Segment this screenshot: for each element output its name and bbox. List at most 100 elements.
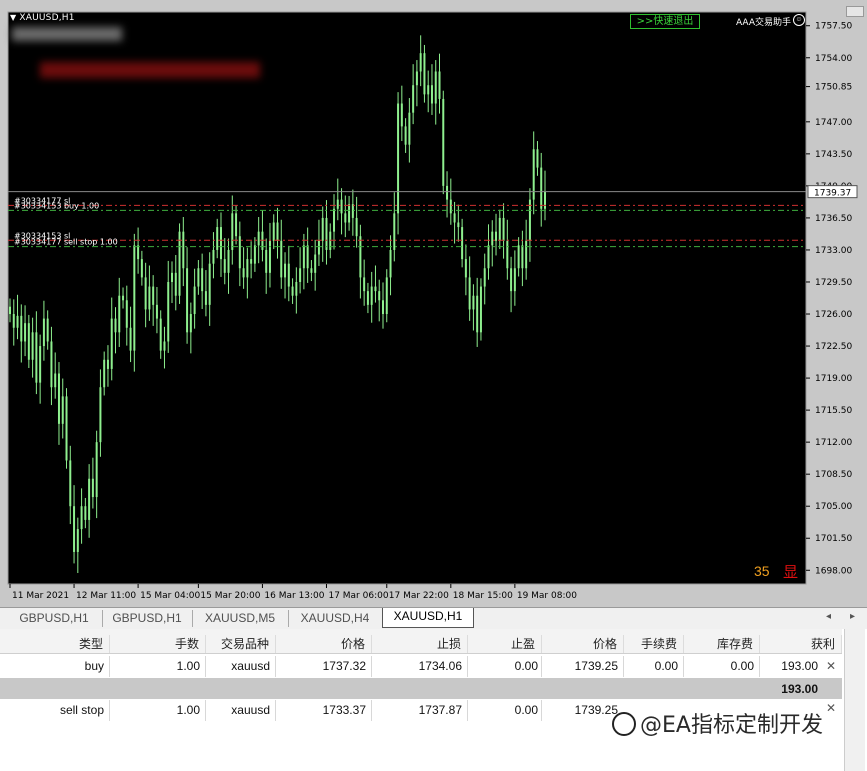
- candle-body: [287, 263, 290, 287]
- candle-body: [167, 281, 170, 342]
- total-profit: 193.00: [781, 682, 818, 696]
- y-tick-label: 1712.00: [815, 438, 852, 448]
- cell-sl: 1734.06: [418, 659, 462, 673]
- y-tick-label: 1715.50: [815, 406, 852, 416]
- close-order-icon[interactable]: ✕: [826, 701, 836, 715]
- candle-body: [423, 53, 426, 95]
- candle-body: [540, 167, 543, 209]
- tab-xauusd-m5[interactable]: XAUUSD,M5: [192, 610, 289, 627]
- candle-body: [144, 277, 147, 310]
- candle-body: [57, 373, 60, 424]
- quick-exit-button[interactable]: >>快速退出: [630, 14, 700, 29]
- chart-symbol-title[interactable]: ▼ XAUUSD,H1: [10, 13, 75, 23]
- candle-body: [419, 53, 422, 72]
- candle-body: [359, 236, 362, 278]
- tab-xauusd-h4[interactable]: XAUUSD,H4: [288, 610, 383, 627]
- candle-body: [472, 295, 475, 310]
- cell-lots: 1.00: [176, 703, 200, 717]
- candle-body: [219, 227, 222, 260]
- candle-body: [155, 304, 158, 319]
- table-row[interactable]: buy 1.00 xauusd 1737.32 1734.06 0.00 173…: [0, 656, 842, 677]
- candle-body: [54, 373, 57, 388]
- candle-body: [525, 240, 528, 269]
- candle-body: [336, 199, 339, 209]
- candle-body: [178, 231, 181, 296]
- col-price[interactable]: 价格: [276, 635, 372, 653]
- candle-body: [16, 315, 19, 328]
- candle-body: [163, 341, 166, 351]
- x-tick-label: 17 Mar 06:00: [328, 591, 388, 601]
- candle-body: [446, 185, 449, 200]
- y-tick-label: 1729.50: [815, 278, 852, 288]
- x-tick-label: 17 Mar 22:00: [389, 591, 449, 601]
- chart-shift-handle[interactable]: [846, 6, 864, 17]
- candle-body: [378, 291, 381, 301]
- candle-body: [476, 295, 479, 333]
- tab-gbpusd-h1-b[interactable]: GBPUSD,H1: [102, 610, 193, 627]
- candle-body: [464, 259, 467, 278]
- cell-price: 1733.37: [322, 703, 366, 717]
- col-sl[interactable]: 止损: [372, 635, 468, 653]
- candle-body: [461, 227, 464, 260]
- blurred-info-text: [40, 62, 260, 78]
- tab-gbpusd-h1-a[interactable]: GBPUSD,H1: [6, 610, 103, 627]
- candle-body: [91, 478, 94, 498]
- candle-body: [506, 240, 509, 269]
- y-tick-label: 1750.85: [815, 83, 852, 93]
- col-type[interactable]: 类型: [0, 635, 110, 653]
- col-tp[interactable]: 止盈: [468, 635, 542, 653]
- y-tick-label: 1719.00: [815, 374, 852, 384]
- candle-body: [140, 259, 143, 278]
- cell-type: buy: [84, 659, 104, 673]
- col-commission[interactable]: 手续费: [624, 635, 684, 653]
- candle-body: [24, 323, 27, 342]
- show-panel-button[interactable]: 显: [783, 561, 798, 582]
- candle-body: [434, 71, 437, 104]
- candle-body: [204, 291, 207, 305]
- cell-profit: 193.00: [781, 659, 818, 673]
- candle-body: [42, 318, 45, 347]
- candle-body: [479, 286, 482, 333]
- candle-body: [76, 529, 79, 552]
- bar-countdown: 35: [754, 563, 770, 579]
- candle-body: [329, 231, 332, 250]
- candle-body: [272, 222, 275, 241]
- cell-type: sell stop: [59, 703, 104, 717]
- x-tick-label: 18 Mar 15:00: [453, 591, 513, 601]
- candle-body: [31, 332, 34, 360]
- y-tick-label: 1726.00: [815, 310, 852, 320]
- candle-body: [438, 71, 441, 99]
- blurred-indicator-label: [12, 27, 122, 41]
- col-profit[interactable]: 获利: [760, 635, 842, 653]
- chart-tab-bar: GBPUSD,H1 GBPUSD,H1 XAUUSD,M5 XAUUSD,H4 …: [0, 607, 867, 630]
- tab-scroll-left-icon[interactable]: ◂: [826, 611, 831, 622]
- candle-body: [268, 240, 271, 273]
- tab-scroll-right-icon[interactable]: ▸: [850, 611, 855, 622]
- col-lots[interactable]: 手数: [110, 635, 206, 653]
- terminal-scrollbar[interactable]: [844, 629, 865, 771]
- candle-body: [9, 306, 11, 315]
- col-current-price[interactable]: 价格: [542, 635, 624, 653]
- candle-body: [400, 103, 403, 127]
- watermark-logo-icon: [612, 712, 636, 736]
- candle-body: [306, 245, 309, 269]
- col-swap[interactable]: 库存费: [684, 635, 760, 653]
- dropdown-triangle-icon[interactable]: ▼: [10, 13, 16, 22]
- col-symbol[interactable]: 交易品种: [206, 635, 276, 653]
- close-order-icon[interactable]: ✕: [826, 659, 836, 673]
- chart-window[interactable]: #30334177 sl #30334153 buy 1.00 #30334153 …: [0, 0, 867, 607]
- price-chart[interactable]: #30334177 sl#30334153 buy 1.00#30334153 …: [0, 0, 867, 607]
- candle-body: [276, 222, 279, 241]
- cell-sl: 1737.87: [418, 703, 462, 717]
- candle-body: [110, 318, 113, 369]
- candle-body: [223, 259, 226, 273]
- tab-xauusd-h1[interactable]: XAUUSD,H1: [382, 608, 474, 628]
- candle-body: [415, 71, 418, 86]
- candle-body: [393, 213, 396, 250]
- cell-current-price: 1739.25: [574, 659, 618, 673]
- candle-body: [182, 231, 185, 269]
- order-label-buy: #30334153 buy 1.00: [14, 201, 99, 210]
- candle-body: [291, 286, 294, 296]
- candle-body: [27, 323, 30, 360]
- candle-body: [483, 268, 486, 287]
